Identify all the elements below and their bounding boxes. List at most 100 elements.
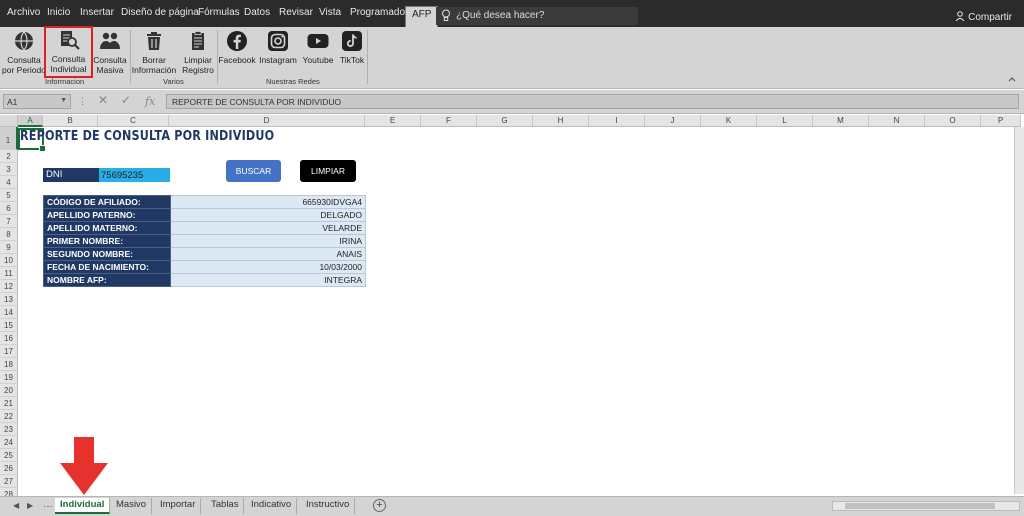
tiktok-button[interactable]: TikTok [338, 29, 366, 65]
insert-function-icon[interactable]: fx [145, 95, 155, 108]
row-header[interactable]: 9 [0, 241, 18, 254]
collapse-ribbon-icon[interactable] [1008, 75, 1016, 83]
scroll-right-icon[interactable]: ▶ [27, 501, 33, 510]
column-header[interactable]: D [169, 115, 365, 127]
field-value[interactable]: ANAIS [170, 247, 366, 261]
tab-afp[interactable]: AFP [405, 6, 439, 27]
sheet-tab-indicativo[interactable]: Indicativo [246, 498, 298, 514]
row-header[interactable]: 18 [0, 358, 18, 371]
more-sheets-icon[interactable]: … [43, 499, 53, 510]
row-header[interactable]: 19 [0, 371, 18, 384]
row-header[interactable]: 2 [0, 150, 18, 163]
tab-revisar[interactable]: Revisar [279, 7, 313, 18]
row-header[interactable]: 8 [0, 228, 18, 241]
field-value[interactable]: IRINA [170, 234, 366, 248]
tab-datos[interactable]: Datos [244, 7, 270, 18]
sheet-tab-tablas[interactable]: Tablas [206, 498, 245, 514]
column-header[interactable]: I [589, 115, 645, 127]
row-header[interactable]: 20 [0, 384, 18, 397]
instagram-button[interactable]: Instagram [258, 29, 298, 65]
row-header[interactable]: 26 [0, 462, 18, 475]
row-header[interactable]: 7 [0, 215, 18, 228]
row-header[interactable]: 6 [0, 202, 18, 215]
field-value[interactable]: 665930IDVGA4 [170, 195, 366, 209]
column-header[interactable]: L [757, 115, 813, 127]
column-header[interactable]: J [645, 115, 701, 127]
cancel-icon[interactable]: ✕ [98, 93, 108, 107]
column-header[interactable]: C [98, 115, 169, 127]
tab-formulas[interactable]: Fórmulas [198, 7, 240, 18]
dni-input[interactable] [99, 168, 170, 182]
scroll-left-icon[interactable]: ◀ [13, 501, 19, 510]
tab-programador[interactable]: Programador [350, 7, 408, 18]
tab-insertar[interactable]: Insertar [80, 7, 114, 18]
row-header[interactable]: 25 [0, 449, 18, 462]
row-header[interactable]: 12 [0, 280, 18, 293]
sheet-tab-individual[interactable]: Individual [55, 498, 111, 514]
row-header[interactable]: 24 [0, 436, 18, 449]
field-value[interactable]: INTEGRA [170, 273, 366, 287]
limpiar-button[interactable]: LIMPIAR [300, 160, 356, 182]
column-header[interactable]: P [981, 115, 1021, 127]
row-header[interactable]: 27 [0, 475, 18, 488]
tab-archivo[interactable]: Archivo [7, 7, 40, 18]
field-value[interactable]: 10/03/2000 [170, 260, 366, 274]
column-header[interactable]: K [701, 115, 757, 127]
share-button[interactable]: Compartir [955, 11, 1012, 23]
borrar-informacion-button[interactable]: Borrar Información [131, 29, 177, 75]
column-header[interactable]: F [421, 115, 477, 127]
row-header[interactable]: 23 [0, 423, 18, 436]
column-header[interactable]: O [925, 115, 981, 127]
consulta-individual-button[interactable]: Consulta Individual [44, 26, 93, 78]
scrollbar-thumb[interactable] [845, 503, 995, 509]
row-header[interactable]: 1 [0, 127, 18, 150]
youtube-button[interactable]: Youtube [300, 29, 336, 65]
vertical-scrollbar[interactable] [1014, 127, 1024, 494]
tab-diseno-pagina[interactable]: Diseño de página [121, 7, 199, 18]
row-header[interactable]: 21 [0, 397, 18, 410]
youtube-icon [307, 34, 329, 48]
row-header[interactable]: 3 [0, 163, 18, 176]
field-label: CÓDIGO DE AFILIADO: [43, 195, 171, 209]
chevron-down-icon[interactable]: ▼ [60, 97, 67, 104]
more-options-icon[interactable]: ⋮ [78, 96, 87, 107]
formula-input[interactable]: REPORTE DE CONSULTA POR INDIVIDUO [166, 94, 1019, 109]
sheet-tab-masivo[interactable]: Masivo [111, 498, 153, 514]
row-header[interactable]: 5 [0, 189, 18, 202]
name-box[interactable]: A1 ▼ [3, 94, 71, 109]
column-header[interactable]: G [477, 115, 533, 127]
column-header[interactable]: H [533, 115, 589, 127]
limpiar-registro-button[interactable]: Limpiar Registro [179, 29, 217, 75]
field-value[interactable]: DELGADO [170, 208, 366, 222]
column-header[interactable]: N [869, 115, 925, 127]
row-header[interactable]: 16 [0, 332, 18, 345]
field-value[interactable]: VELARDE [170, 221, 366, 235]
tab-inicio[interactable]: Inicio [47, 7, 70, 18]
column-header[interactable]: M [813, 115, 869, 127]
row-header[interactable]: 22 [0, 410, 18, 423]
select-all-corner[interactable] [0, 115, 18, 127]
row-header[interactable]: 10 [0, 254, 18, 267]
horizontal-scrollbar[interactable] [832, 501, 1020, 511]
add-sheet-icon[interactable]: + [373, 499, 386, 512]
worksheet-grid[interactable]: ABCDEFGHIJKLMNOP 1 2 3 4 5 6 7 8 9 10 11 12 13 14 15 16… [0, 115, 1024, 496]
row-header[interactable]: 15 [0, 319, 18, 332]
row-header[interactable]: 17 [0, 345, 18, 358]
tell-me-search[interactable]: ¿Qué desea hacer? [436, 7, 638, 25]
row-header[interactable]: 11 [0, 267, 18, 280]
row-header[interactable]: 14 [0, 306, 18, 319]
column-header[interactable]: E [365, 115, 421, 127]
sheet-tab-instructivo[interactable]: Instructivo [301, 498, 356, 514]
enter-check-icon[interactable]: ✓ [121, 93, 131, 107]
consulta-periodo-button[interactable]: Consulta por Periodo [2, 29, 46, 75]
column-header[interactable]: B [43, 115, 98, 127]
buscar-button[interactable]: BUSCAR [226, 160, 281, 182]
row-header[interactable]: 13 [0, 293, 18, 306]
column-header[interactable]: A [18, 115, 43, 127]
tab-vista[interactable]: Vista [319, 7, 341, 18]
row-header[interactable]: 28 [0, 488, 18, 496]
row-header[interactable]: 4 [0, 176, 18, 189]
sheet-tab-importar[interactable]: Importar [155, 498, 202, 514]
consulta-masiva-button[interactable]: Consulta Masiva [92, 29, 128, 75]
facebook-button[interactable]: Facebook [218, 29, 256, 65]
